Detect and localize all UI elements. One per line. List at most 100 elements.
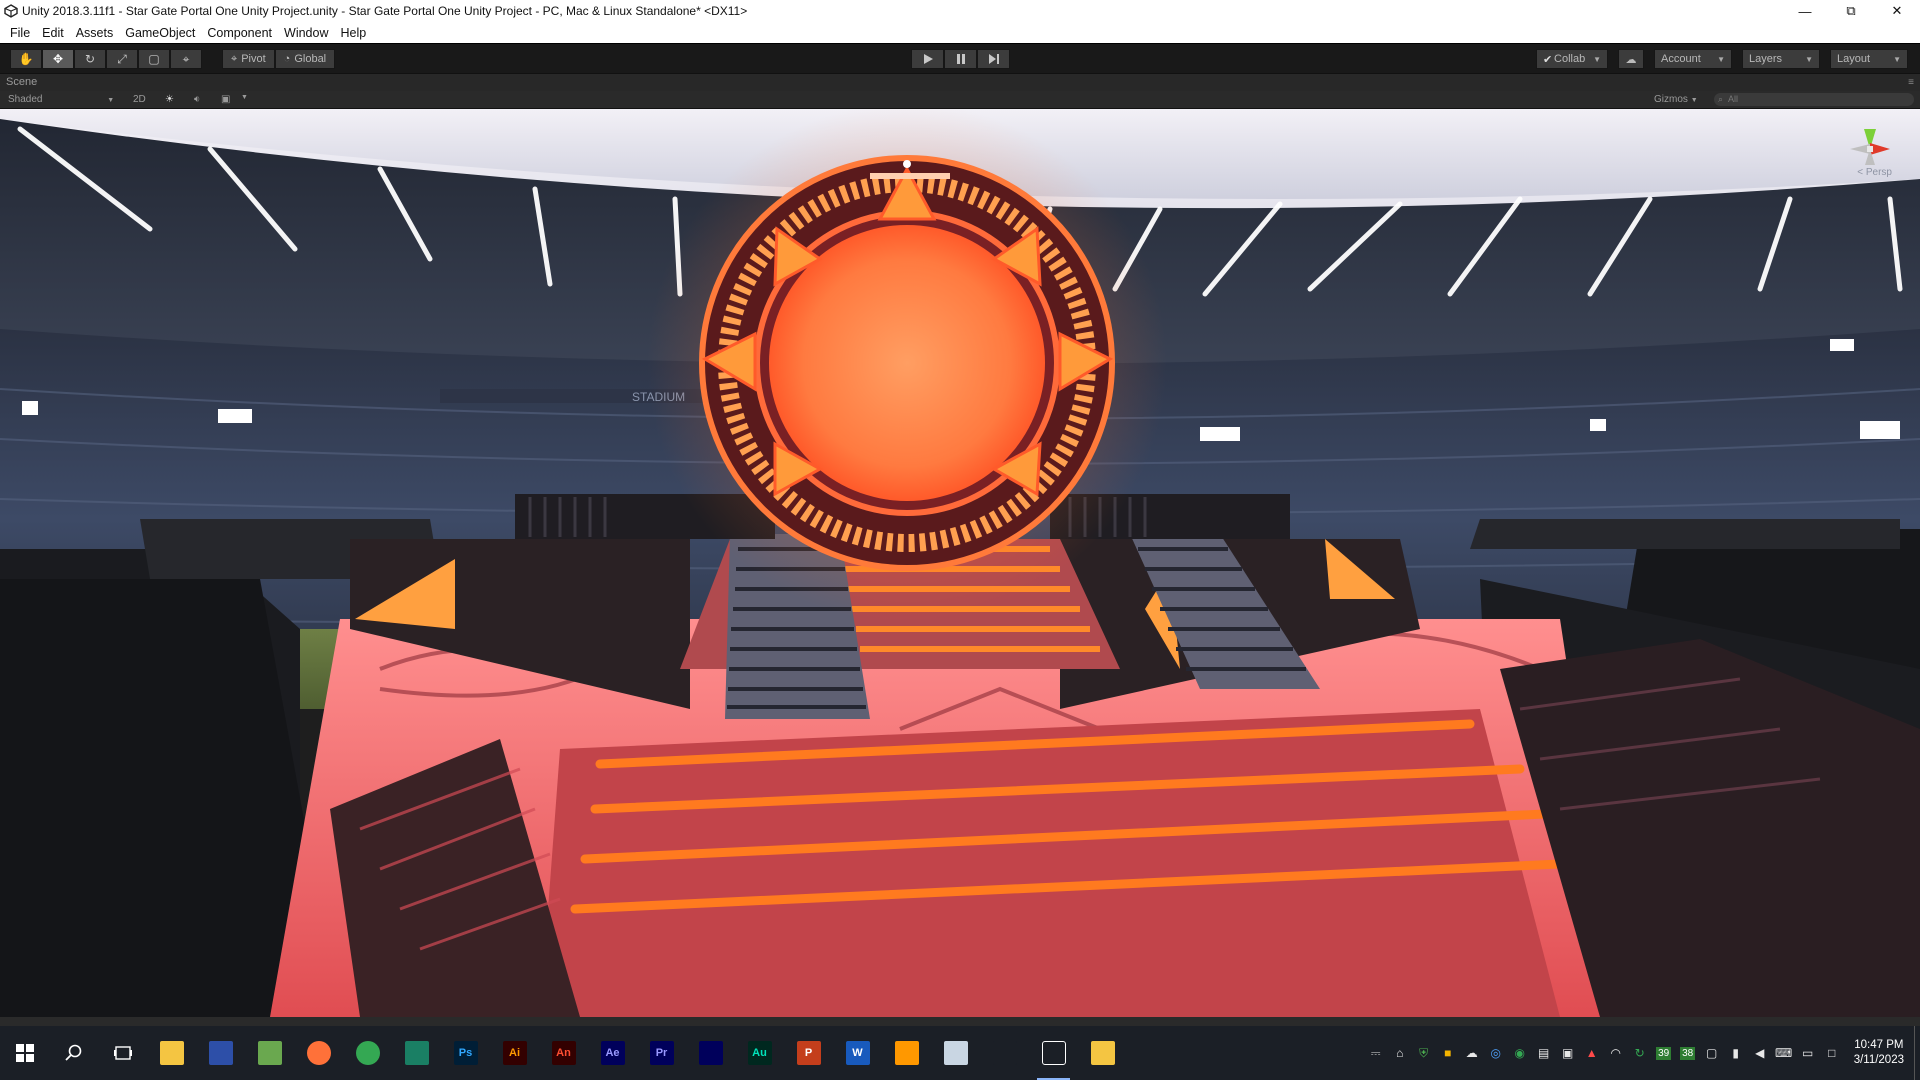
gizmos-dropdown[interactable]: Gizmos ▼ — [1654, 94, 1698, 105]
globe-icon[interactable]: ◎ — [1484, 1026, 1508, 1080]
acrobat-icon[interactable]: ▲ — [1580, 1026, 1604, 1080]
show-desktop-button[interactable] — [1914, 1026, 1920, 1080]
rotate-tool-button[interactable]: ↻ — [74, 49, 106, 69]
taskbar-app-paint-app[interactable] — [245, 1026, 294, 1080]
account-dropdown[interactable]: Account ▼ — [1654, 49, 1732, 69]
shield-icon[interactable]: ⛨ — [1412, 1026, 1436, 1080]
network-drive-icon[interactable]: ⌂ — [1388, 1026, 1412, 1080]
pivot-icon: ⌖ — [231, 52, 238, 65]
main-toolbar: ✋ ✥ ↻ ⤢ ▢ ⌖ ⌖ Pivot ◔ Global ✔ Collab ▼ ☁ — [0, 43, 1920, 73]
cloud-button[interactable]: ☁ — [1618, 49, 1644, 69]
taskbar-app-chrome[interactable] — [343, 1026, 392, 1080]
color-picker-icon[interactable]: ■ — [1436, 1026, 1460, 1080]
taskbar-app-photoshop[interactable]: Ps — [441, 1026, 490, 1080]
tab-scene[interactable]: Scene — [6, 76, 37, 88]
tray-badge-1[interactable]: 39 — [1652, 1026, 1676, 1080]
menu-gameobject[interactable]: GameObject — [119, 26, 201, 40]
taskbar-app-word[interactable]: W — [833, 1026, 882, 1080]
battery-icon[interactable]: ▮ — [1724, 1026, 1748, 1080]
taskbar-app-media-encoder[interactable] — [686, 1026, 735, 1080]
menu-help[interactable]: Help — [334, 26, 372, 40]
taskbar-app-premiere[interactable]: Pr — [637, 1026, 686, 1080]
chevron-down-icon: ▼ — [1690, 97, 1698, 104]
search-button[interactable] — [49, 1026, 98, 1080]
windows-start-button[interactable] — [0, 1026, 49, 1080]
volume-icon[interactable]: ◀ — [1748, 1026, 1772, 1080]
dreamweaver-icon — [404, 1041, 429, 1065]
menu-file[interactable]: File — [4, 26, 36, 40]
play-button[interactable] — [911, 49, 944, 69]
taskbar-app-powerpoint[interactable]: P — [784, 1026, 833, 1080]
audio-toggle-icon[interactable]: 🔉︎ — [194, 94, 200, 105]
layout-dropdown[interactable]: Layout ▼ — [1830, 49, 1908, 69]
taskbar-app-after-effects[interactable]: Ae — [588, 1026, 637, 1080]
pivot-toggle[interactable]: ⌖ Pivot — [222, 49, 275, 69]
menu-component[interactable]: Component — [201, 26, 278, 40]
restore-button[interactable]: ⧉ — [1828, 0, 1874, 22]
step-icon — [988, 54, 999, 64]
scene-tab-bar: Scene ≡ — [0, 73, 1920, 91]
taskbar-app-folder[interactable] — [1078, 1026, 1127, 1080]
step-button[interactable] — [977, 49, 1010, 69]
taskbar-app-dreamweaver[interactable] — [392, 1026, 441, 1080]
menu-assets[interactable]: Assets — [70, 26, 120, 40]
usb-icon[interactable]: ⎓ — [1364, 1026, 1388, 1080]
chat-icon[interactable]: ▢ — [1700, 1026, 1724, 1080]
folder-icon — [1090, 1041, 1115, 1065]
wifi-icon[interactable]: ◠ — [1604, 1026, 1628, 1080]
global-toggle[interactable]: ◔ Global — [274, 49, 336, 69]
close-button[interactable]: ✕ — [1874, 0, 1920, 22]
taskbar-app-app-blue-box[interactable] — [196, 1026, 245, 1080]
power-icon[interactable]: ▭ — [1796, 1026, 1820, 1080]
clock-time: 10:47 PM — [1854, 1039, 1904, 1051]
play-icon — [923, 54, 933, 64]
chevron-down-icon[interactable]: ▼ — [241, 94, 248, 101]
menu-bar: File Edit Assets GameObject Component Wi… — [0, 22, 1920, 43]
menu-window[interactable]: Window — [278, 26, 334, 40]
transform-tool-button[interactable]: ⌖ — [170, 49, 202, 69]
taskbar-app-illustrator[interactable]: Ai — [490, 1026, 539, 1080]
task-view-button[interactable] — [98, 1026, 147, 1080]
taskbar-app-firefox[interactable] — [294, 1026, 343, 1080]
collab-dropdown[interactable]: ✔ Collab ▼ — [1536, 49, 1608, 69]
perspective-label[interactable]: < Persp — [1857, 167, 1892, 178]
location-icon[interactable]: ◉ — [1508, 1026, 1532, 1080]
pause-button[interactable] — [944, 49, 977, 69]
lighting-toggle-icon[interactable]: ☀ — [165, 94, 174, 105]
cloud-sync-icon[interactable]: ☁ — [1460, 1026, 1484, 1080]
folder-icon[interactable]: ▣ — [1556, 1026, 1580, 1080]
menu-edit[interactable]: Edit — [36, 26, 70, 40]
chevron-down-icon: ▼ — [107, 97, 115, 104]
unity-icon — [1041, 1041, 1066, 1065]
taskbar-app-file-explorer[interactable] — [147, 1026, 196, 1080]
taskbar-app-app-green-diamond[interactable] — [980, 1026, 1029, 1080]
taskbar-clock[interactable]: 10:47 PM 3/11/2023 — [1844, 1038, 1914, 1068]
taskbar-app-audition[interactable]: Au — [735, 1026, 784, 1080]
taskbar-app-sublime[interactable] — [882, 1026, 931, 1080]
taskbar-app-animate[interactable]: An — [539, 1026, 588, 1080]
scene-viewport[interactable]: STADIUM — [0, 109, 1920, 1017]
layers-dropdown[interactable]: Layers ▼ — [1742, 49, 1820, 69]
taskbar-app-unity[interactable] — [1029, 1026, 1078, 1080]
tray-badge-2[interactable]: 38 — [1676, 1026, 1700, 1080]
hand-tool-button[interactable]: ✋ — [10, 49, 42, 69]
taskbar-app-notepad[interactable] — [931, 1026, 980, 1080]
minimize-button[interactable]: — — [1782, 0, 1828, 22]
scene-search-input[interactable]: ⌕ All — [1714, 93, 1914, 106]
keyboard-icon[interactable]: ⌨ — [1772, 1026, 1796, 1080]
display-icon[interactable]: ▤ — [1532, 1026, 1556, 1080]
scale-tool-button[interactable]: ⤢ — [106, 49, 138, 69]
notification-icon[interactable]: □ — [1820, 1026, 1844, 1080]
shading-mode-dropdown[interactable]: Shaded ▼ — [8, 94, 114, 105]
scene-render: STADIUM — [0, 109, 1920, 1017]
toggle-2d-button[interactable]: 2D — [133, 94, 146, 105]
layers-label: Layers — [1749, 53, 1783, 65]
effects-toggle-icon[interactable]: ▣ — [221, 94, 230, 105]
search-icon — [64, 1044, 81, 1061]
globe-icon: ◔ — [283, 53, 291, 65]
panel-menu-icon[interactable]: ≡ — [1908, 77, 1914, 88]
app-green-diamond-icon — [992, 1041, 1017, 1065]
sync-icon[interactable]: ↻ — [1628, 1026, 1652, 1080]
rect-tool-button[interactable]: ▢ — [138, 49, 170, 69]
move-tool-button[interactable]: ✥ — [42, 49, 74, 69]
